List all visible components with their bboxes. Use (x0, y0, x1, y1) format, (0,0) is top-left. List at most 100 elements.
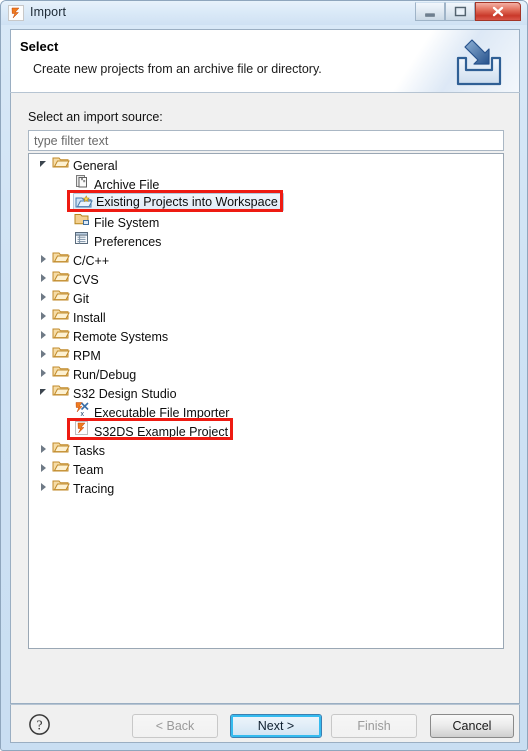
back-button[interactable]: < Back (132, 714, 218, 738)
tree-item-content: C/C++ (52, 249, 111, 268)
expand-arrow-icon[interactable] (37, 325, 52, 344)
tree-item-tasks[interactable]: Tasks (29, 439, 503, 458)
folder-open-icon (52, 328, 70, 344)
s32ds-import-icon (8, 5, 24, 21)
tree-item-preferences[interactable]: Preferences (29, 230, 503, 249)
tree-item-archive-file[interactable]: Archive File (29, 173, 503, 192)
tree-item-c-c[interactable]: C/C++ (29, 249, 503, 268)
tree-item-label: RPM (73, 349, 101, 363)
expand-arrow-icon[interactable] (37, 477, 52, 496)
tree-item-content: CVS (52, 268, 101, 287)
page-title: Select (20, 39, 59, 54)
tree-item-install[interactable]: Install (29, 306, 503, 325)
tree-item-content: Team (52, 458, 106, 477)
tree-item-content: General (52, 154, 119, 173)
tree-item-label: S32 Design Studio (73, 387, 177, 401)
expand-arrow-icon[interactable] (37, 344, 52, 363)
tree-item-content: Preferences (73, 230, 163, 249)
folder-open-icon (52, 290, 70, 306)
tree-item-content: x Executable File Importer (73, 401, 231, 420)
import-source-tree[interactable]: General Archive File Existing Projects int… (28, 153, 504, 649)
tree-item-content: Existing Projects into Workspace (73, 192, 284, 211)
expand-arrow-icon[interactable] (37, 458, 52, 477)
folder-open-icon (52, 480, 70, 496)
close-icon[interactable] (475, 2, 521, 21)
tree-item-s32ds-example-project[interactable]: S32DS Example Project (29, 420, 503, 439)
tree-item-label: Tracing (73, 482, 115, 496)
tree-item-label: Preferences (94, 235, 162, 249)
expand-arrow-icon[interactable] (37, 268, 52, 287)
tree-item-rpm[interactable]: RPM (29, 344, 503, 363)
wizard-header: Select Create new projects from an archi… (10, 29, 520, 92)
svg-text:x: x (81, 411, 85, 417)
tree-item-content: S32DS Example Project (73, 420, 230, 439)
import-tray-arrow-icon (448, 34, 510, 90)
tree-item-cvs[interactable]: CVS (29, 268, 503, 287)
dialog-footer: ? < Back Next > Finish Cancel (10, 705, 520, 743)
expand-arrow-icon[interactable] (37, 249, 52, 268)
tree-item-label: Team (73, 463, 104, 477)
tree-item-label: Run/Debug (73, 368, 137, 382)
window-title: Import (30, 5, 67, 19)
title-bar: Import (1, 1, 527, 25)
cancel-button[interactable]: Cancel (430, 714, 514, 738)
tree-item-file-system[interactable]: File System (29, 211, 503, 230)
finish-button[interactable]: Finish (331, 714, 417, 738)
folder-open-icon (52, 309, 70, 325)
import-source-label: Select an import source: (28, 110, 163, 124)
tree-item-git[interactable]: Git (29, 287, 503, 306)
svg-text:?: ? (37, 718, 43, 733)
tree-item-content: Install (52, 306, 108, 325)
tree-item-label: Git (73, 292, 89, 306)
tree-item-label: Archive File (94, 178, 160, 192)
minimize-icon[interactable] (415, 2, 445, 21)
expand-arrow-icon[interactable] (37, 306, 52, 325)
file-system-folder-icon (73, 214, 91, 230)
page-description: Create new projects from an archive file… (33, 62, 322, 76)
folder-open-icon (52, 461, 70, 477)
expand-arrow-icon[interactable] (37, 287, 52, 306)
folder-open-icon (52, 347, 70, 363)
filter-input[interactable] (28, 130, 504, 151)
tree-item-label: Existing Projects into Workspace (96, 194, 278, 209)
tree-item-team[interactable]: Team (29, 458, 503, 477)
tree-item-label: Remote Systems (73, 330, 169, 344)
folder-open-icon (52, 366, 70, 382)
tree-item-label: Executable File Importer (94, 406, 230, 420)
tree-item-content: Remote Systems (52, 325, 170, 344)
tree-item-general[interactable]: General (29, 154, 503, 173)
executable-importer-icon: x (73, 402, 91, 420)
tree-item-tracing[interactable]: Tracing (29, 477, 503, 496)
archive-file-icon (73, 175, 91, 192)
folder-open-icon (52, 252, 70, 268)
tree-item-label: S32DS Example Project (94, 425, 229, 439)
tree-item-executable-file-importer[interactable]: x Executable File Importer (29, 401, 503, 420)
help-question-icon[interactable]: ? (28, 713, 51, 736)
tree-item-content: Archive File (73, 173, 161, 192)
tree-item-content: Tracing (52, 477, 116, 496)
tree-item-label: Tasks (73, 444, 105, 458)
tree-item-label: Install (73, 311, 106, 325)
folder-open-icon (52, 271, 70, 287)
next-button[interactable]: Next > (230, 714, 322, 738)
s32ds-project-icon (73, 421, 91, 439)
expand-arrow-icon[interactable] (37, 363, 52, 382)
collapse-arrow-icon[interactable] (37, 382, 52, 401)
expand-arrow-icon[interactable] (37, 439, 52, 458)
collapse-arrow-icon[interactable] (37, 154, 52, 173)
import-dialog-window: Import Select Create new projects from a… (0, 0, 528, 751)
maximize-icon[interactable] (445, 2, 475, 21)
tree-item-content: Run/Debug (52, 363, 138, 382)
folder-open-icon (52, 442, 70, 458)
tree-item-s32-design-studio[interactable]: S32 Design Studio (29, 382, 503, 401)
dialog-body: Select an import source: General Archive … (10, 93, 520, 704)
folder-open-icon (52, 157, 70, 173)
tree-item-remote-systems[interactable]: Remote Systems (29, 325, 503, 344)
tree-item-run-debug[interactable]: Run/Debug (29, 363, 503, 382)
tree-item-existing-projects-into-workspace[interactable]: Existing Projects into Workspace (29, 192, 503, 211)
